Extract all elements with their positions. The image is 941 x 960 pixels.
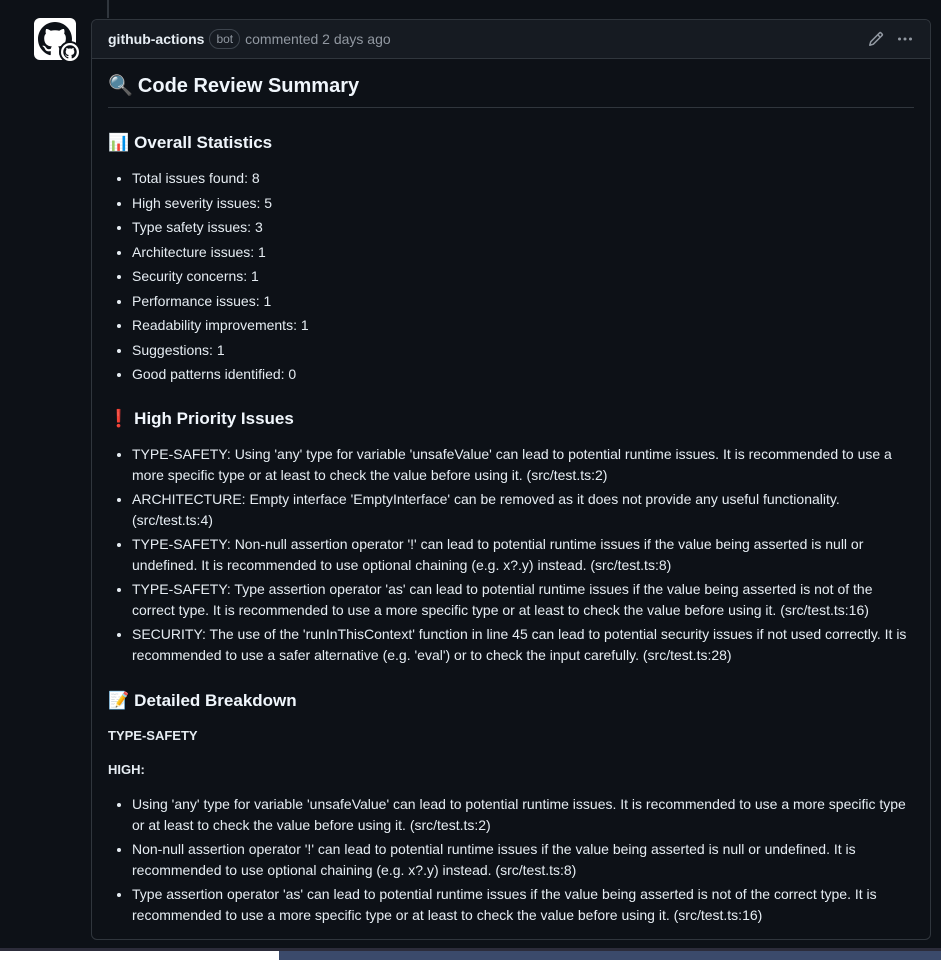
priority-heading: ❗ High Priority Issues bbox=[108, 408, 914, 430]
comment-body: 🔍 Code Review Summary 📊 Overall Statistics… bbox=[92, 59, 930, 926]
bar-chart-icon: 📊 bbox=[108, 133, 130, 152]
priority-issues-list: TYPE-SAFETY: Using 'any' type for variab… bbox=[108, 444, 914, 666]
comment-box: github-actions bot commented 2 days ago … bbox=[91, 19, 931, 940]
list-item: TYPE-SAFETY: Non-null assertion operator… bbox=[132, 534, 914, 576]
list-item: Good patterns identified: 0 bbox=[132, 364, 914, 384]
list-item: Type assertion operator 'as' can lead to… bbox=[132, 884, 914, 926]
priority-heading-text: High Priority Issues bbox=[134, 409, 294, 428]
comment-timestamp[interactable]: commented 2 days ago bbox=[245, 31, 391, 47]
breakdown-list: Using 'any' type for variable 'unsafeVal… bbox=[108, 794, 914, 926]
list-item: Performance issues: 1 bbox=[132, 291, 914, 311]
severity-heading: HIGH: bbox=[108, 762, 145, 777]
breakdown-heading-text: Detailed Breakdown bbox=[134, 691, 297, 710]
list-item: TYPE-SAFETY: Type assertion operator 'as… bbox=[132, 579, 914, 621]
kebab-horizontal-icon[interactable] bbox=[896, 31, 914, 47]
magnifier-icon: 🔍 bbox=[108, 75, 133, 97]
exclamation-icon: ❗ bbox=[108, 409, 130, 428]
app-badge bbox=[59, 41, 81, 63]
list-item: Type safety issues: 3 bbox=[132, 217, 914, 237]
list-item: ARCHITECTURE: Empty interface 'EmptyInte… bbox=[132, 489, 914, 531]
list-item: Readability improvements: 1 bbox=[132, 315, 914, 335]
bot-badge: bot bbox=[209, 29, 241, 49]
list-item: Security concerns: 1 bbox=[132, 266, 914, 286]
taskbar-right-segment bbox=[279, 951, 941, 960]
memo-icon: 📝 bbox=[108, 691, 130, 710]
category-heading: TYPE-SAFETY bbox=[108, 728, 198, 743]
bottom-taskbar bbox=[0, 948, 941, 960]
list-item: Using 'any' type for variable 'unsafeVal… bbox=[132, 794, 914, 836]
breakdown-heading: 📝 Detailed Breakdown bbox=[108, 690, 914, 712]
summary-title-text: Code Review Summary bbox=[137, 75, 360, 97]
github-mark-icon bbox=[61, 43, 79, 61]
stats-list: Total issues found: 8 High severity issu… bbox=[108, 168, 914, 384]
list-item: Non-null assertion operator '!' can lead… bbox=[132, 839, 914, 881]
stats-heading-text: Overall Statistics bbox=[134, 133, 273, 152]
stats-heading: 📊 Overall Statistics bbox=[108, 132, 914, 154]
summary-title: 🔍 Code Review Summary bbox=[108, 73, 914, 108]
list-item: SECURITY: The use of the 'runInThisConte… bbox=[132, 624, 914, 666]
list-item: Total issues found: 8 bbox=[132, 168, 914, 188]
header-actions bbox=[868, 31, 914, 47]
list-item: High severity issues: 5 bbox=[132, 193, 914, 213]
taskbar-left-segment bbox=[0, 951, 279, 960]
author-link[interactable]: github-actions bbox=[108, 31, 204, 47]
list-item: TYPE-SAFETY: Using 'any' type for variab… bbox=[132, 444, 914, 486]
timeline-line bbox=[107, 0, 109, 18]
pencil-icon[interactable] bbox=[868, 31, 884, 47]
list-item: Suggestions: 1 bbox=[132, 340, 914, 360]
comment-header: github-actions bot commented 2 days ago bbox=[92, 20, 930, 59]
list-item: Architecture issues: 1 bbox=[132, 242, 914, 262]
